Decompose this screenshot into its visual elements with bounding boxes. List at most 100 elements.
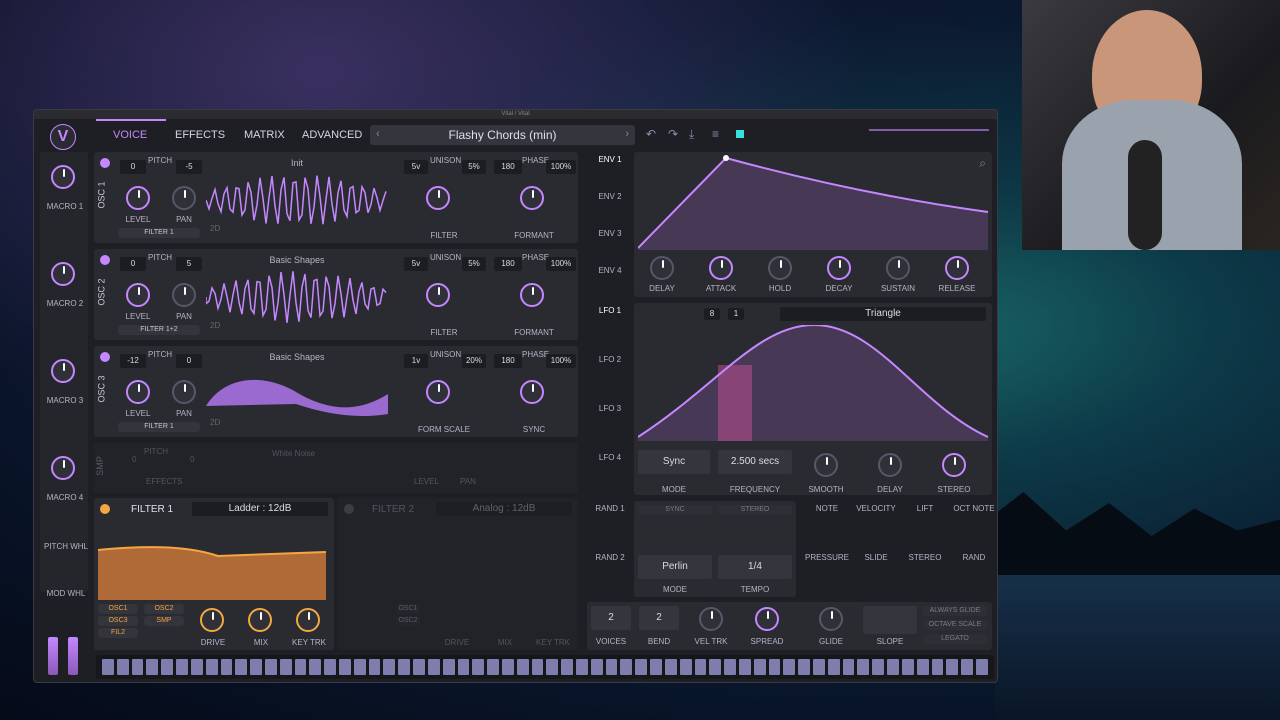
piano-key[interactable] <box>798 659 810 675</box>
piano-key[interactable] <box>946 659 959 675</box>
osc-3-level-knob[interactable] <box>126 380 150 404</box>
lfo-grid-y[interactable]: 1 <box>728 308 744 320</box>
osc-2-pitch-b[interactable]: 5 <box>176 257 202 271</box>
piano-key[interactable] <box>664 659 677 675</box>
osc-2-distortion-knob[interactable] <box>426 283 450 307</box>
piano-key[interactable] <box>353 659 366 675</box>
piano-key[interactable] <box>472 659 485 675</box>
random-stereo[interactable]: STEREO <box>718 505 792 515</box>
random-sync[interactable]: SYNC <box>638 505 712 515</box>
mod-source-lift[interactable]: LIFT <box>902 504 948 513</box>
piano-key[interactable] <box>531 659 544 675</box>
velocity-track-knob[interactable] <box>699 607 723 631</box>
osc-3-filter-route[interactable]: FILTER 1 <box>118 422 200 432</box>
osc-3-unison-detune[interactable]: 20% <box>462 354 486 368</box>
lfo-graph[interactable] <box>638 325 990 441</box>
filter-2-src-osc1[interactable]: OSC1 <box>396 604 420 614</box>
osc-1-pitch-b[interactable]: -5 <box>176 160 202 174</box>
redo-icon[interactable]: ↷ <box>668 127 678 141</box>
spread-knob[interactable] <box>755 607 779 631</box>
mod-source-oct-note[interactable]: OCT NOTE <box>951 504 997 513</box>
osc-1-distortion-knob[interactable] <box>426 186 450 210</box>
piano-key[interactable] <box>324 659 336 675</box>
osc-2-spectral-knob[interactable] <box>520 283 544 307</box>
env-tab-4[interactable]: ENV 4 <box>590 266 630 275</box>
osc-2-wavetable[interactable] <box>206 267 388 327</box>
piano-key[interactable] <box>264 659 277 675</box>
filter-1-power[interactable] <box>100 504 110 514</box>
mod-wheel[interactable] <box>68 637 78 675</box>
piano-key[interactable] <box>220 659 233 675</box>
keyboard[interactable] <box>96 655 994 679</box>
osc-2-unison-voices[interactable]: 5v <box>404 257 428 271</box>
osc-1-phase-b[interactable]: 100% <box>546 160 576 174</box>
piano-key[interactable] <box>309 659 322 675</box>
filter-1-type[interactable]: Ladder : 12dB <box>192 502 328 516</box>
osc-2-pitch-a[interactable]: 0 <box>120 257 146 271</box>
piano-key[interactable] <box>590 659 603 675</box>
piano-key[interactable] <box>161 659 174 675</box>
piano-key[interactable] <box>694 659 707 675</box>
legato-toggle[interactable]: LEGATO <box>923 634 987 644</box>
osc-3-pitch-a[interactable]: -12 <box>120 354 146 368</box>
piano-key[interactable] <box>427 659 440 675</box>
osc-1-pitch-a[interactable]: 0 <box>120 160 146 174</box>
piano-key[interactable] <box>975 659 988 675</box>
piano-key[interactable] <box>398 659 411 675</box>
piano-key[interactable] <box>783 659 796 675</box>
mod-source-rand[interactable]: RAND <box>951 553 997 562</box>
piano-key[interactable] <box>190 659 203 675</box>
osc-1-filter-route[interactable]: FILTER 1 <box>118 228 200 238</box>
piano-key[interactable] <box>605 659 618 675</box>
filter-1-response-graph[interactable] <box>98 522 326 600</box>
osc-1-level-knob[interactable] <box>126 186 150 210</box>
bend-value[interactable]: 2 <box>639 606 679 630</box>
osc-1-power[interactable] <box>100 158 110 168</box>
osc-3-phase-b[interactable]: 100% <box>546 354 576 368</box>
lfo-shape-selector[interactable]: Triangle <box>780 307 986 321</box>
macro-4-knob[interactable] <box>51 456 75 480</box>
env-release-knob[interactable] <box>945 256 969 280</box>
lfo-mode-value[interactable]: Sync <box>638 450 710 474</box>
osc-3-wavetable[interactable] <box>206 364 388 424</box>
filter-1-src-smp[interactable]: SMP <box>144 616 184 626</box>
env-tab-1[interactable]: ENV 1 <box>590 155 630 164</box>
piano-key[interactable] <box>546 659 559 675</box>
env-attack-knob[interactable] <box>709 256 733 280</box>
piano-key[interactable] <box>235 659 248 675</box>
osc-2-pan-knob[interactable] <box>172 283 196 307</box>
piano-key[interactable] <box>457 659 470 675</box>
osc-2-level-knob[interactable] <box>126 283 150 307</box>
lfo-tab-3[interactable]: LFO 3 <box>590 404 630 413</box>
filter-1-src-osc2[interactable]: OSC2 <box>144 604 184 614</box>
mod-source-note[interactable]: NOTE <box>804 504 850 513</box>
piano-key[interactable] <box>250 659 262 675</box>
always-glide-toggle[interactable]: ALWAYS GLIDE <box>923 606 987 616</box>
osc-1-spectral-knob[interactable] <box>520 186 544 210</box>
osc-2-power[interactable] <box>100 255 110 265</box>
slope-control[interactable] <box>863 606 917 634</box>
mod-source-slide[interactable]: SLIDE <box>853 553 899 562</box>
osc-2-phase-a[interactable]: 180 <box>494 257 522 271</box>
filter-1-src-osc3[interactable]: OSC3 <box>98 616 138 626</box>
random-tab-1[interactable]: RAND 1 <box>590 504 630 513</box>
random-tab-2[interactable]: RAND 2 <box>590 553 630 562</box>
piano-key[interactable] <box>635 659 648 675</box>
piano-key[interactable] <box>131 659 144 675</box>
osc-2-filter-route[interactable]: FILTER 1+2 <box>118 325 200 335</box>
filter-1-mix-knob[interactable] <box>248 608 272 632</box>
envelope-graph[interactable] <box>638 154 990 250</box>
mod-source-pressure[interactable]: PRESSURE <box>804 553 850 562</box>
env-hold-knob[interactable] <box>768 256 792 280</box>
piano-key[interactable] <box>842 659 855 675</box>
piano-key[interactable] <box>857 659 870 675</box>
osc-3-pan-knob[interactable] <box>172 380 196 404</box>
piano-key[interactable] <box>561 659 573 675</box>
piano-key[interactable] <box>827 659 840 675</box>
filter-2-power[interactable] <box>344 504 354 514</box>
osc-2-unison-detune[interactable]: 5% <box>462 257 486 271</box>
piano-key[interactable] <box>650 659 662 675</box>
filter-2-src-osc2[interactable]: OSC2 <box>396 616 420 626</box>
menu-icon[interactable]: ≡ <box>712 127 719 141</box>
piano-key[interactable] <box>768 659 781 675</box>
